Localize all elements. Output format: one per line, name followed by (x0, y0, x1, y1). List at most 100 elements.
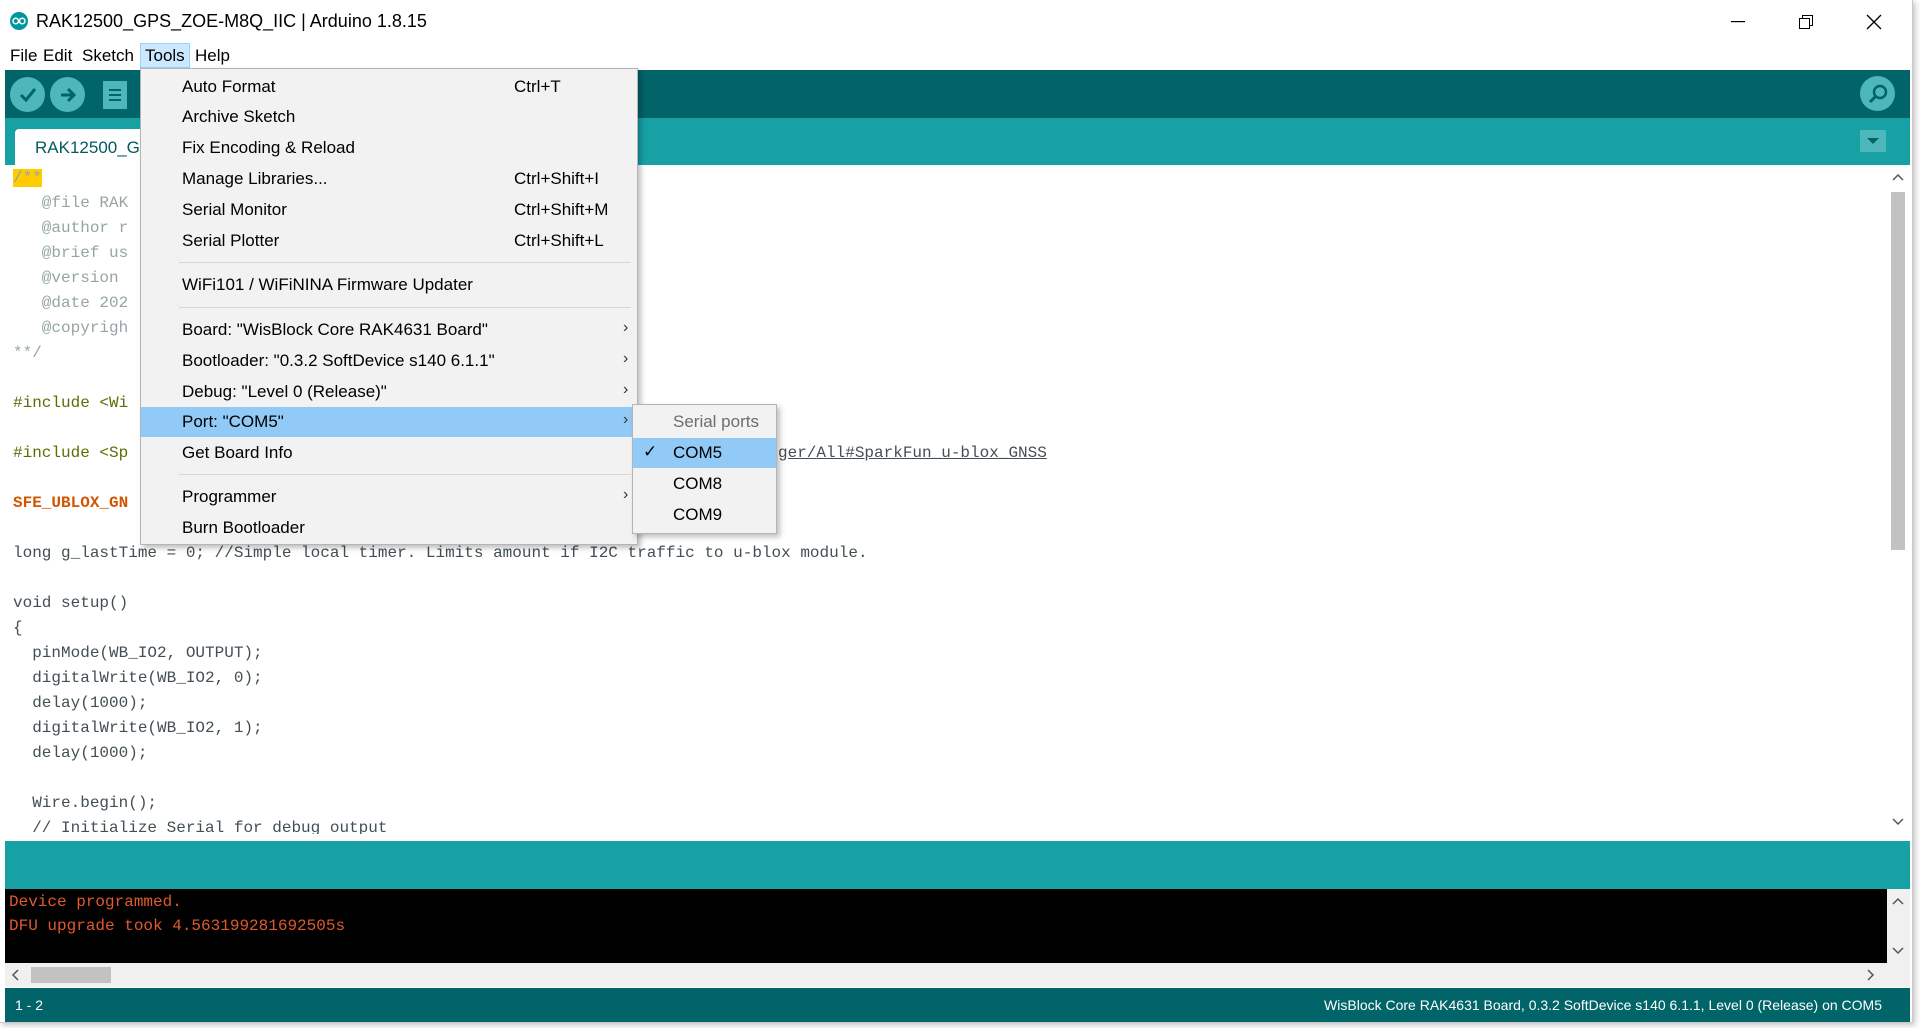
menu-item-bootloader[interactable]: Bootloader: "0.3.2 SoftDevice s140 6.1.1… (141, 346, 637, 376)
menu-separator (179, 307, 631, 308)
menu-item-shortcut: Ctrl+Shift+I (514, 169, 600, 188)
code-line: @author r (13, 219, 129, 237)
port-submenu: Serial ports ✓ COM5 COM8 COM9 (632, 404, 777, 534)
menu-item-serial-monitor[interactable]: Serial Monitor Ctrl+Shift+M (141, 195, 637, 225)
menu-item-manage-libraries[interactable]: Manage Libraries... Ctrl+Shift+I (141, 164, 637, 194)
chevron-down-icon (1867, 138, 1879, 144)
tab-label: RAK12500_G (35, 138, 140, 157)
close-button[interactable] (1840, 0, 1908, 43)
restore-icon (1799, 14, 1813, 29)
scroll-thumb[interactable] (1891, 192, 1905, 550)
title-bar: RAK12500_GPS_ZOE-M8Q_IIC | Arduino 1.8.1… (0, 0, 1912, 43)
submenu-header: Serial ports (633, 405, 776, 435)
code-line: delay(1000); (13, 744, 148, 762)
tab-menu-button[interactable] (1860, 130, 1886, 152)
minimize-icon (1731, 20, 1745, 22)
code-line: long g_lastTime = 0; //Simple local time… (13, 544, 868, 562)
chevron-right-icon (1867, 969, 1875, 981)
board-info: WisBlock Core RAK4631 Board, 0.3.2 SoftD… (1324, 997, 1882, 1013)
code-line: /** (13, 169, 42, 187)
menu-item-label: Burn Bootloader (182, 518, 305, 537)
close-icon (1866, 14, 1882, 29)
port-option-com5[interactable]: ✓ COM5 (633, 438, 776, 468)
menu-item-fix-encoding[interactable]: Fix Encoding & Reload (141, 133, 637, 163)
chevron-left-icon (11, 969, 19, 981)
chevron-up-icon (1892, 897, 1904, 905)
console-horizontal-scrollbar[interactable] (5, 963, 1910, 987)
code-line: { (13, 619, 23, 637)
new-sketch-button[interactable] (97, 77, 132, 112)
menu-edit[interactable]: Edit (39, 43, 76, 68)
code-line: digitalWrite(WB_IO2, 0); (13, 669, 263, 687)
editor-vertical-scrollbar[interactable] (1887, 165, 1910, 834)
checkmark-icon: ✓ (643, 442, 658, 461)
arrow-right-icon (60, 87, 76, 102)
minimize-button[interactable] (1704, 0, 1772, 43)
menu-file[interactable]: File (6, 43, 41, 68)
menu-item-label: Fix Encoding & Reload (182, 138, 355, 157)
menu-item-label: Archive Sketch (182, 107, 296, 126)
menu-item-shortcut: Ctrl+T (514, 77, 561, 96)
menu-item-label: Serial Monitor (182, 200, 287, 219)
code-line: @file RAK (13, 194, 129, 212)
menu-help[interactable]: Help (191, 43, 234, 68)
menu-item-label: Programmer (182, 487, 277, 506)
menu-item-auto-format[interactable]: Auto Format Ctrl+T (141, 72, 637, 102)
code-line: @version (13, 269, 129, 287)
code-line: pinMode(WB_IO2, OUTPUT); (13, 644, 263, 662)
tools-menu: Auto Format Ctrl+T Archive Sketch Fix En… (140, 68, 638, 545)
status-bar: 1 - 2 WisBlock Core RAK4631 Board, 0.3.2… (5, 988, 1910, 1022)
code-line: delay(1000); (13, 694, 148, 712)
arduino-ide-window: RAK12500_GPS_ZOE-M8Q_IIC | Arduino 1.8.1… (0, 0, 1913, 1023)
menu-separator (179, 262, 631, 263)
submenu-header-label: Serial ports (673, 412, 759, 431)
chevron-right-icon: › (623, 319, 629, 336)
menu-tools[interactable]: Tools (140, 43, 190, 68)
menu-item-get-board-info[interactable]: Get Board Info (141, 438, 637, 468)
menu-item-debug[interactable]: Debug: "Level 0 (Release)" › (141, 377, 637, 407)
checkmark-icon (19, 87, 36, 102)
menu-item-label: Bootloader: "0.3.2 SoftDevice s140 6.1.1… (182, 351, 495, 370)
code-line: Wire.begin(); (13, 794, 158, 812)
restore-button[interactable] (1772, 0, 1840, 43)
serial-monitor-button[interactable] (1860, 76, 1895, 111)
menu-item-burn-bootloader[interactable]: Burn Bootloader (141, 513, 637, 543)
magnifier-icon (1868, 84, 1887, 103)
menu-item-shortcut: Ctrl+Shift+L (514, 231, 604, 250)
arduino-logo-icon (10, 12, 28, 30)
chevron-right-icon: › (623, 350, 629, 367)
code-line: @date 202 (13, 294, 129, 312)
chevron-down-icon (1892, 818, 1904, 826)
verify-button[interactable] (10, 77, 45, 112)
chevron-right-icon: › (623, 411, 629, 428)
code-link[interactable]: ger/All#SparkFun_u-blox_GNSS (778, 444, 1047, 462)
code-line: **/ (13, 344, 42, 362)
menu-item-serial-plotter[interactable]: Serial Plotter Ctrl+Shift+L (141, 226, 637, 256)
line-number: 1 - 2 (15, 997, 44, 1013)
code-line: // Initialize Serial for debug output (13, 819, 388, 834)
menu-item-label: Debug: "Level 0 (Release)" (182, 382, 387, 401)
menu-item-shortcut: Ctrl+Shift+M (514, 200, 609, 219)
code-line: @copyrigh (13, 319, 129, 337)
menu-item-archive-sketch[interactable]: Archive Sketch (141, 102, 637, 132)
new-file-icon (102, 80, 127, 109)
menu-item-label: Port: "COM5" (182, 412, 284, 431)
menu-item-firmware-updater[interactable]: WiFi101 / WiFiNINA Firmware Updater (141, 270, 637, 300)
menu-item-programmer[interactable]: Programmer › (141, 482, 637, 512)
console-vertical-scrollbar[interactable] (1887, 889, 1910, 963)
scroll-thumb[interactable] (31, 967, 111, 983)
chevron-right-icon: › (623, 486, 629, 503)
port-option-com9[interactable]: COM9 (633, 500, 776, 530)
code-line: void setup() (13, 594, 129, 612)
menu-item-board[interactable]: Board: "WisBlock Core RAK4631 Board" › (141, 315, 637, 345)
menu-sketch[interactable]: Sketch (78, 43, 138, 68)
upload-button[interactable] (50, 77, 85, 112)
port-label: COM8 (673, 474, 723, 493)
menu-separator (179, 474, 631, 475)
port-option-com8[interactable]: COM8 (633, 469, 776, 499)
menu-item-port[interactable]: Port: "COM5" › (141, 407, 637, 437)
window-title: RAK12500_GPS_ZOE-M8Q_IIC | Arduino 1.8.1… (36, 11, 427, 31)
console-line: Device programmed. (9, 893, 182, 911)
menu-bar: File Edit Sketch Tools Help (0, 43, 1912, 68)
code-line: #include <Sp (13, 444, 129, 462)
